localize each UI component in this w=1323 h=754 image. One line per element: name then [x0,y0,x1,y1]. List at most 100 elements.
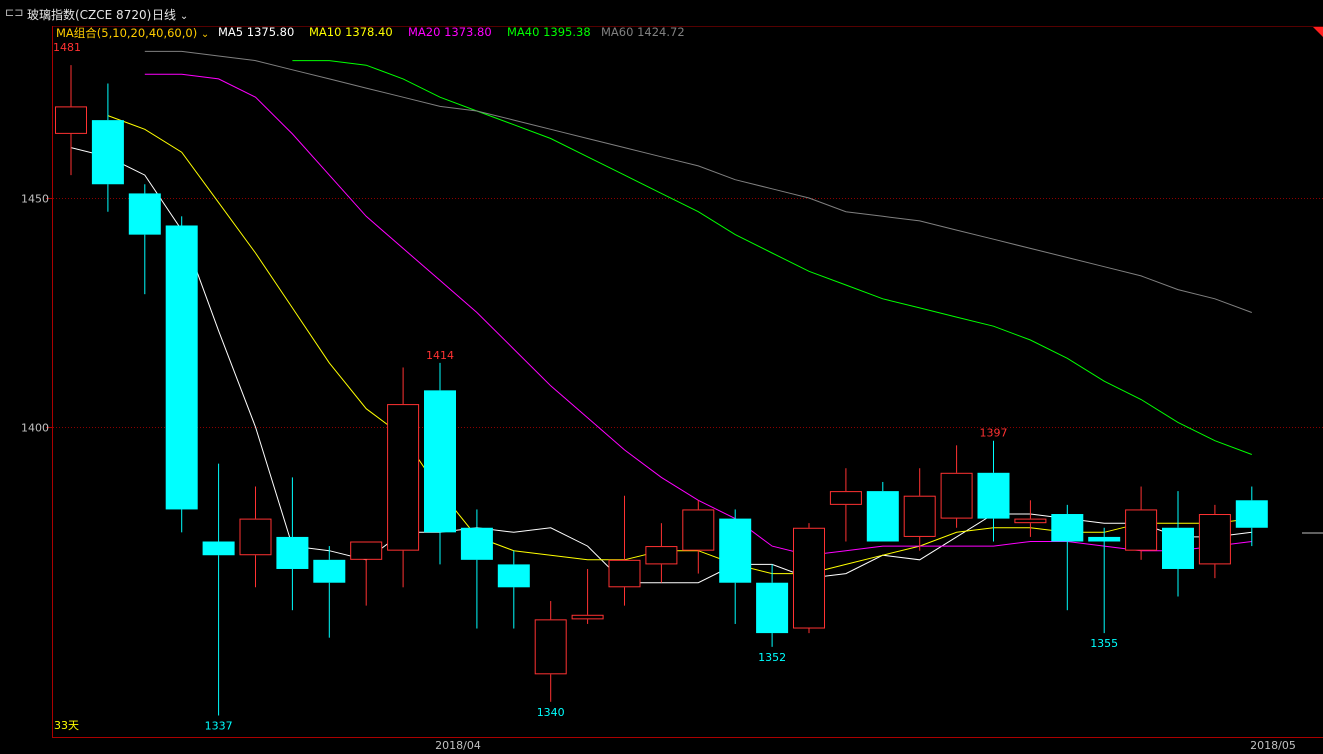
candle [1235,486,1268,547]
ma-line-ma60 [144,50,1252,313]
candle [1162,491,1194,597]
price-extreme-label: 1355 [1090,637,1118,650]
candle [202,463,235,716]
candle [903,468,936,551]
candle [276,477,309,611]
candle [645,523,678,583]
ma10-value: MA10 1378.40 [309,25,393,39]
candle-body-down [977,472,1010,519]
candle-body-up [1014,518,1047,524]
candle-body-up [534,619,567,675]
candle [239,486,272,588]
candle [977,440,1010,542]
candle-body-down [719,518,752,583]
price-extreme-label: 1397 [980,427,1008,440]
candle [571,568,604,624]
candle-body-down [460,527,493,560]
candle-body-down [91,120,124,185]
candle-body-up [682,509,715,551]
price-extreme-label: 1481 [53,41,81,54]
period-label: 日线 [152,8,177,22]
candle-body-down [866,491,899,542]
ma60-value: MA60 1424.72 [601,25,685,39]
candle-body-up [903,495,936,537]
candle-body-down [1162,527,1194,569]
candle-body-down [1051,514,1084,542]
candle-body-up [793,527,825,629]
ma-combo-label: MA组合(5,10,20,40,60,0) [56,26,198,40]
x-tick-label: 2018/04 [435,739,481,752]
candle [1198,504,1231,579]
candle-body-up [608,559,641,588]
candle [387,367,420,588]
candle [756,564,789,647]
candle-layer [55,65,1268,716]
corner-marker [1313,27,1323,37]
chart-title-bar: ⊏⊐ 玻璃指数(CZCE 8720) 日线 ⌄ [0,0,1323,26]
candle-body-down [756,582,789,634]
candle [608,495,641,606]
days-count-label: 33天 [54,719,79,732]
candle-body-down [313,559,346,583]
candle-body-down [276,536,309,569]
candle-body-down [128,193,161,235]
grid-layer: 1450 1400 [21,193,1323,435]
price-extreme-label: 1340 [537,706,565,719]
ma40-value: MA40 1395.38 [507,25,591,39]
candle-body-down [1235,500,1268,528]
candle-body-up [571,614,604,620]
candle [128,184,161,295]
candle-body-down [202,541,235,556]
candle [165,216,198,533]
chart-type-icon[interactable]: ⊏⊐ [5,6,23,19]
ma-combo-selector[interactable]: MA组合(5,10,20,40,60,0) ⌄ [56,25,209,41]
candle-body-up [55,106,87,134]
candle-body-up [387,404,420,551]
candle [460,509,493,629]
price-extreme-label: 1414 [426,349,454,362]
ma20-value: MA20 1373.80 [408,25,492,39]
candle [424,362,456,565]
candle [1014,500,1047,537]
candlestick-chart: 1450 1400 1481 1414 1397 1337 1340 1352 1355 20… [21,25,1323,752]
x-tick-label: 2018/05 [1250,739,1296,752]
candle [91,83,124,212]
candle [313,546,346,638]
candle [719,509,752,624]
candle-body-up [239,518,272,556]
instrument-title: 玻璃指数(CZCE 8720) [27,8,152,22]
chevron-down-icon: ⌄ [200,29,210,40]
ma-line-ma20 [144,73,1252,556]
candle-body-up [1125,509,1158,551]
candle-body-down [1088,536,1121,542]
candle-body-down [497,564,530,588]
period-selector[interactable]: 日线 ⌄ [152,6,188,23]
candle-body-up [940,472,973,519]
price-label-layer: 1481 1414 1397 1337 1340 1352 1355 [53,41,1118,733]
candle [793,523,825,634]
candle-body-up [829,491,862,505]
candle-body-up [1198,514,1231,565]
candle [829,468,862,542]
candle [1125,486,1158,560]
candle [1051,504,1084,611]
candle-body-up [350,541,383,560]
candle [55,65,87,176]
candle [682,500,715,574]
candle [350,541,383,606]
candle [1088,527,1121,634]
y-tick-label: 1400 [21,422,49,435]
candle [940,445,973,528]
y-tick-label: 1450 [21,193,49,206]
candle-body-up [645,546,678,565]
candle [866,481,899,542]
price-extreme-label: 1337 [205,720,233,733]
ma5-value: MA5 1375.80 [218,25,295,39]
price-extreme-label: 1352 [758,651,786,664]
candle-body-down [165,225,198,510]
chevron-down-icon: ⌄ [179,11,189,22]
moving-average-layer [70,50,1252,584]
candle [534,601,567,702]
candle [497,550,530,629]
candle-body-down [424,390,456,533]
